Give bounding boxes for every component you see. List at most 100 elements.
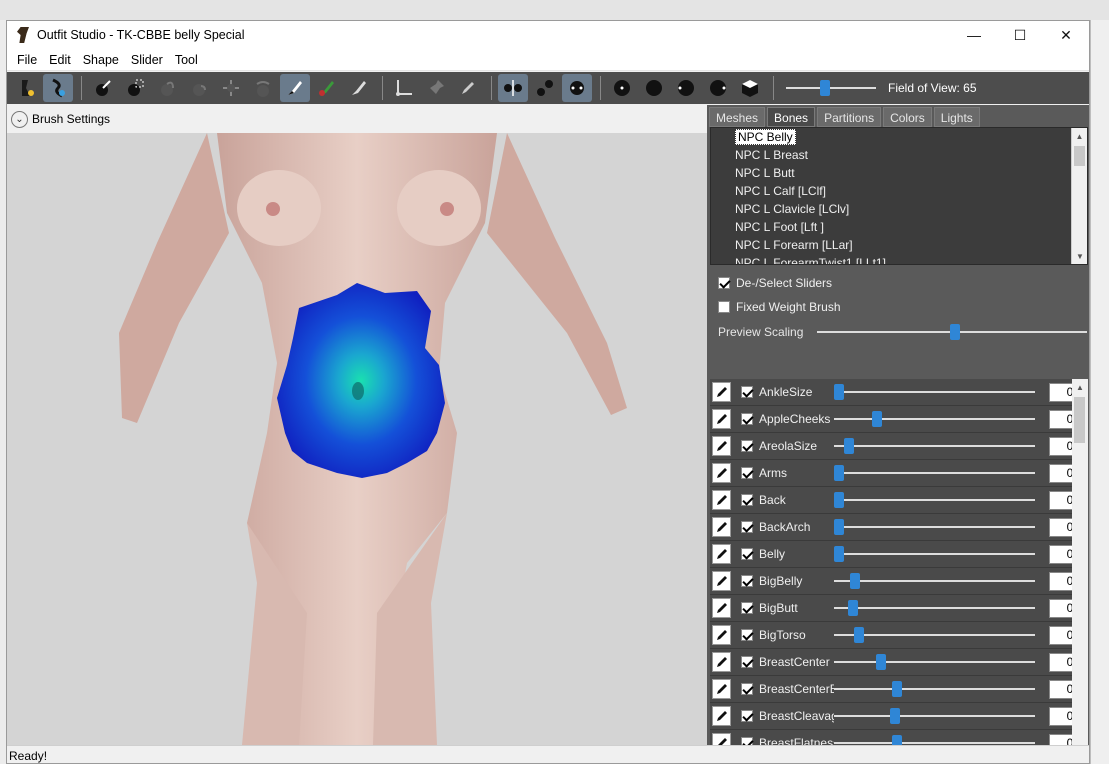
pencil-icon[interactable]: [712, 571, 732, 591]
fov-slider-thumb[interactable]: [820, 80, 830, 96]
field-of-view-slider[interactable]: [786, 78, 876, 98]
pencil-icon[interactable]: [712, 598, 732, 618]
deselect-sliders-checkbox[interactable]: [718, 277, 730, 289]
brush-inflate-icon[interactable]: [152, 74, 182, 102]
slider-checkbox[interactable]: [741, 629, 754, 641]
slider-checkbox[interactable]: [741, 710, 754, 722]
fixed-weight-option[interactable]: Fixed Weight Brush: [710, 295, 1088, 319]
close-button[interactable]: ✕: [1043, 21, 1089, 49]
brush-move-icon[interactable]: [216, 74, 246, 102]
bone-item[interactable]: NPC Belly: [711, 128, 1087, 146]
preview-scaling-slider[interactable]: [817, 322, 1088, 342]
slider-checkbox[interactable]: [741, 467, 754, 479]
slider-thumb[interactable]: [834, 465, 845, 481]
pencil-icon[interactable]: [712, 652, 732, 672]
view-right-icon[interactable]: [703, 74, 733, 102]
bone-list[interactable]: NPC Belly NPC L Breast NPC L Butt NPC L …: [710, 127, 1088, 265]
bone-item-selected[interactable]: NPC Belly: [735, 129, 796, 145]
slider-track[interactable]: [834, 490, 1036, 510]
slider-track[interactable]: [834, 706, 1036, 726]
slider-track[interactable]: [834, 679, 1036, 699]
brush-mask-icon[interactable]: [120, 74, 150, 102]
tab-bones[interactable]: Bones: [767, 107, 816, 127]
preview-scaling-thumb[interactable]: [949, 324, 960, 340]
slider-thumb[interactable]: [872, 411, 883, 427]
select-tool-icon[interactable]: [11, 74, 41, 102]
slider-track[interactable]: [834, 652, 1036, 672]
slider-checkbox[interactable]: [741, 440, 754, 452]
menu-tool[interactable]: Tool: [169, 53, 204, 67]
slider-thumb[interactable]: [892, 735, 903, 745]
scroll-up-icon[interactable]: ▲: [1072, 379, 1088, 395]
bone-item[interactable]: NPC L Breast: [711, 146, 1087, 164]
select-vertex-icon[interactable]: [389, 74, 419, 102]
slider-checkbox[interactable]: [741, 602, 754, 614]
slider-checkbox[interactable]: [741, 386, 754, 398]
slider-thumb[interactable]: [850, 573, 861, 589]
slider-track[interactable]: [834, 517, 1036, 537]
slider-track[interactable]: [834, 733, 1036, 745]
slider-checkbox[interactable]: [741, 656, 754, 668]
bone-item[interactable]: NPC L ForearmTwist1 [LLt1]: [711, 254, 1087, 264]
scroll-down-icon[interactable]: ▼: [1072, 248, 1087, 264]
bone-item[interactable]: NPC L Forearm [LLar]: [711, 236, 1087, 254]
chevron-down-icon[interactable]: ⌄: [11, 110, 28, 128]
mirror-y-icon[interactable]: [530, 74, 560, 102]
pencil-icon[interactable]: [712, 382, 732, 402]
slider-checkbox[interactable]: [741, 413, 754, 425]
brush-weight-icon[interactable]: [280, 74, 310, 102]
menu-file[interactable]: File: [11, 53, 43, 67]
bone-item[interactable]: NPC L Calf [LClf]: [711, 182, 1087, 200]
pencil-icon[interactable]: [712, 490, 732, 510]
slider-track[interactable]: [834, 571, 1036, 591]
bone-list-scrollbar[interactable]: ▲ ▼: [1071, 128, 1087, 264]
slider-checkbox[interactable]: [741, 548, 754, 560]
brush-color-icon[interactable]: [312, 74, 342, 102]
slider-track[interactable]: [834, 409, 1036, 429]
bone-item[interactable]: NPC L Foot [Lft ]: [711, 218, 1087, 236]
view-front-icon[interactable]: [607, 74, 637, 102]
slider-checkbox[interactable]: [741, 575, 754, 587]
mirror-z-icon[interactable]: [562, 74, 592, 102]
brush-standard-icon[interactable]: [88, 74, 118, 102]
brush-alpha-icon[interactable]: [344, 74, 374, 102]
brush-smooth-icon[interactable]: [248, 74, 278, 102]
pencil-icon[interactable]: [712, 625, 732, 645]
mirror-x-icon[interactable]: [498, 74, 528, 102]
deselect-sliders-option[interactable]: De-/Select Sliders: [710, 271, 1088, 295]
tab-colors[interactable]: Colors: [883, 107, 932, 127]
view-left-icon[interactable]: [671, 74, 701, 102]
slider-thumb[interactable]: [892, 681, 903, 697]
brush-deflate-icon[interactable]: [184, 74, 214, 102]
bone-item[interactable]: NPC L Clavicle [LClv]: [711, 200, 1087, 218]
slider-list-scrollbar[interactable]: ▲: [1072, 379, 1088, 745]
slider-track[interactable]: [834, 598, 1036, 618]
pencil-icon[interactable]: [712, 679, 732, 699]
slider-thumb[interactable]: [890, 708, 901, 724]
slider-thumb[interactable]: [844, 438, 855, 454]
slider-checkbox[interactable]: [741, 737, 754, 745]
slider-thumb[interactable]: [834, 546, 845, 562]
slider-checkbox[interactable]: [741, 683, 754, 695]
slider-thumb[interactable]: [848, 600, 859, 616]
slider-thumb[interactable]: [834, 519, 845, 535]
slider-thumb[interactable]: [876, 654, 887, 670]
slider-track[interactable]: [834, 436, 1036, 456]
maximize-button[interactable]: ☐: [997, 21, 1043, 49]
tab-partitions[interactable]: Partitions: [817, 107, 882, 127]
tab-lights[interactable]: Lights: [933, 107, 980, 127]
pencil-icon[interactable]: [712, 706, 732, 726]
slider-thumb[interactable]: [834, 492, 845, 508]
menu-slider[interactable]: Slider: [125, 53, 169, 67]
pencil-icon[interactable]: [712, 463, 732, 483]
fixed-weight-checkbox[interactable]: [718, 301, 730, 313]
pencil-icon[interactable]: [712, 544, 732, 564]
transform-tool-icon[interactable]: [43, 74, 73, 102]
slider-thumb[interactable]: [834, 384, 845, 400]
pencil-icon[interactable]: [712, 409, 732, 429]
3d-viewport[interactable]: [7, 133, 707, 745]
tab-meshes[interactable]: Meshes: [709, 107, 766, 127]
view-back-icon[interactable]: [639, 74, 669, 102]
menu-edit[interactable]: Edit: [43, 53, 77, 67]
view-perspective-icon[interactable]: [735, 74, 765, 102]
